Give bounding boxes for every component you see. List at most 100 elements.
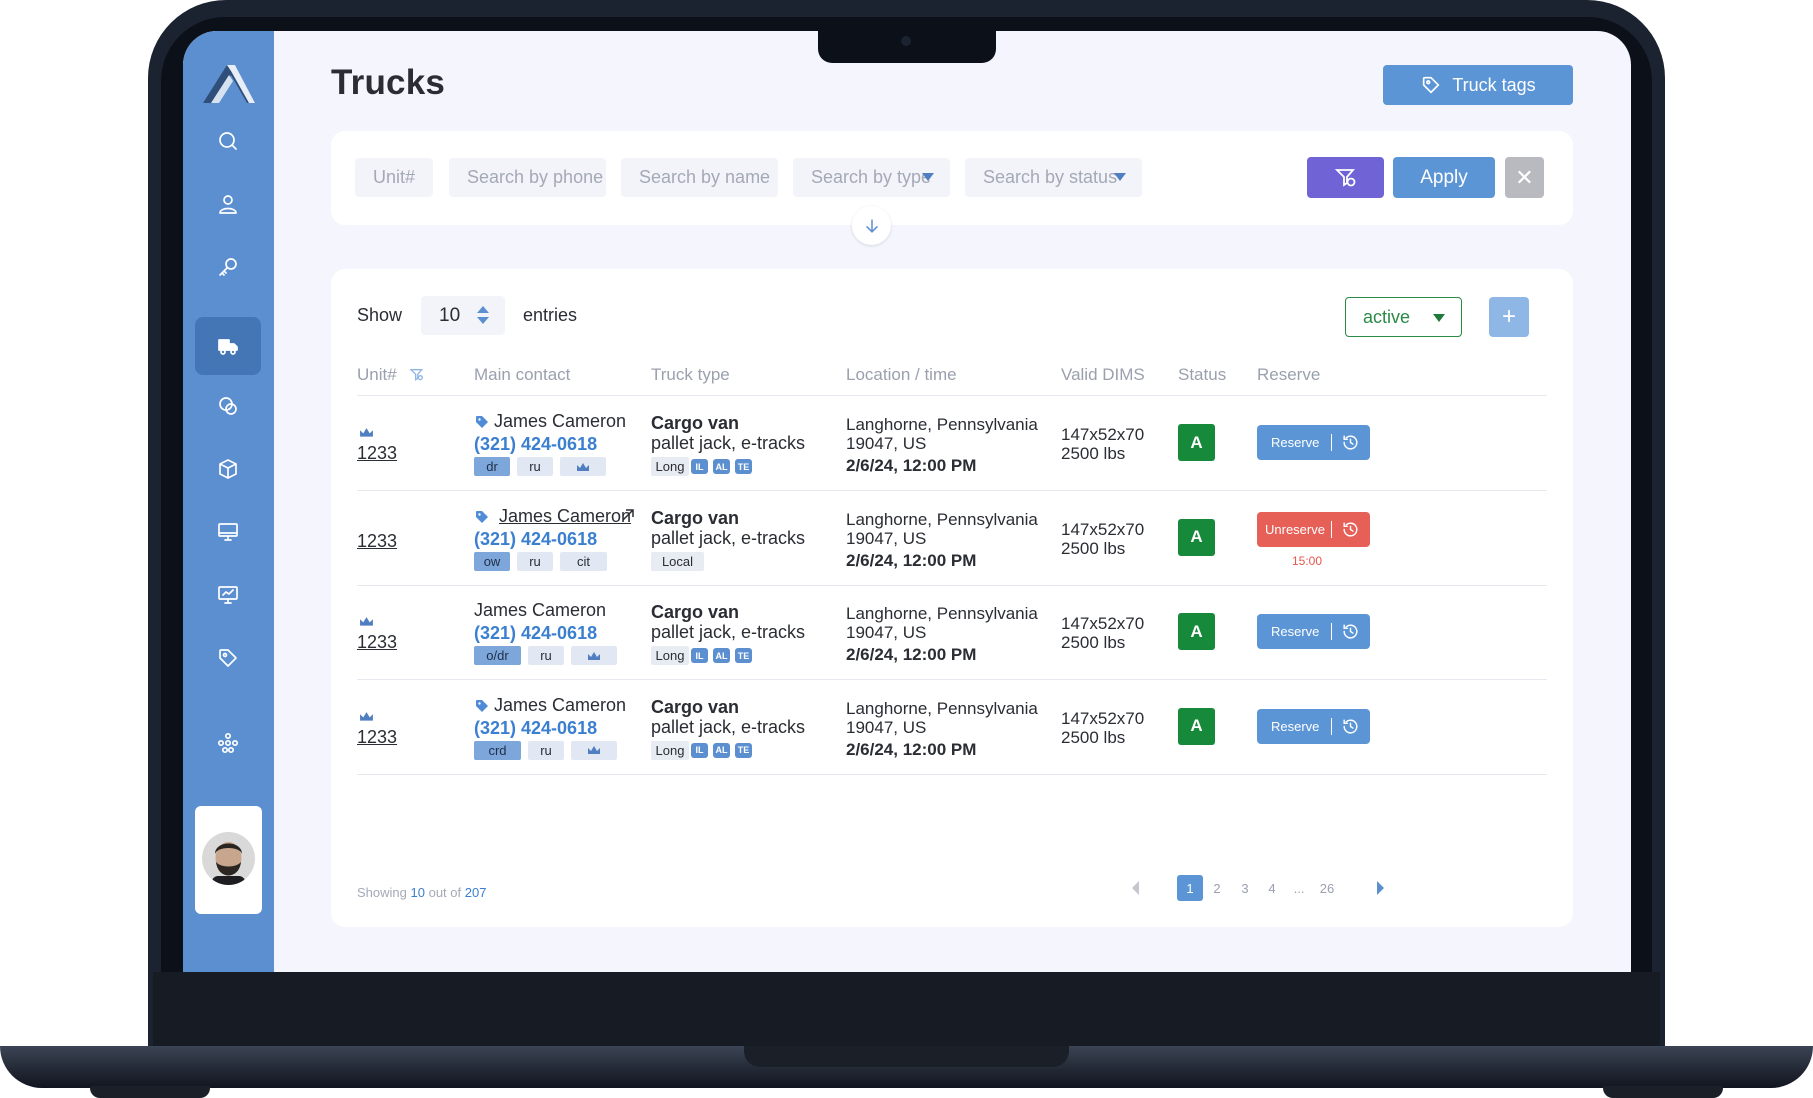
tag-filter-button[interactable] xyxy=(1307,157,1384,198)
sidebar-item-finance[interactable] xyxy=(210,388,246,424)
tag-sort-icon[interactable] xyxy=(409,367,425,383)
contact-chip: ru xyxy=(517,551,553,571)
truck-tags-label: Truck tags xyxy=(1452,74,1536,95)
contact-name: James Cameron xyxy=(494,694,627,715)
sidebar-item-loads[interactable] xyxy=(210,451,246,487)
crown-icon xyxy=(587,651,601,661)
phone-filter-input[interactable]: Search by phone xyxy=(449,158,606,197)
expand-filters-button[interactable] xyxy=(852,206,891,245)
truck-type-equipment: pallet jack, e-tracks xyxy=(651,433,806,453)
coins-icon xyxy=(219,397,237,415)
unreserve-button[interactable]: Unreserve xyxy=(1257,511,1370,547)
truck-type-title: Cargo van xyxy=(651,602,740,622)
trucks-table-card: Show 10 entries active + Unit# Main cont… xyxy=(331,269,1573,927)
sidebar-item-dashboard[interactable] xyxy=(210,514,246,550)
active-status-select[interactable]: active xyxy=(1345,297,1462,337)
sidebar-item-trucks[interactable] xyxy=(195,317,261,375)
reserve-button[interactable]: Reserve xyxy=(1257,614,1370,649)
showing-label: Showing xyxy=(357,885,407,900)
show-label: Show xyxy=(357,305,403,325)
page-link[interactable]: 2 xyxy=(1207,875,1227,901)
apply-button[interactable]: Apply xyxy=(1393,157,1495,198)
showing-out-of: out of xyxy=(428,885,462,900)
contact-name[interactable]: James Cameron xyxy=(499,506,631,527)
location-city: Langhorne, Pennsylvania xyxy=(846,415,1038,434)
sidebar-item-keys[interactable] xyxy=(210,249,246,285)
entries-label: entries xyxy=(523,305,578,325)
status-filter-select[interactable]: Search by status xyxy=(965,158,1142,197)
column-header-unit[interactable]: Unit# xyxy=(357,365,397,385)
status-badge: A xyxy=(1178,613,1215,650)
column-header-status: Status xyxy=(1178,365,1227,384)
phone-link[interactable]: (321) 424-0618 xyxy=(474,718,597,739)
reserve-divider xyxy=(1331,434,1332,451)
caret-down-icon[interactable] xyxy=(477,317,489,324)
showing-count: 10 xyxy=(410,885,425,900)
active-status-value: active xyxy=(1363,307,1411,327)
sidebar-item-network[interactable] xyxy=(210,725,246,761)
page-size-stepper[interactable]: 10 xyxy=(421,296,505,335)
phone-link[interactable]: (321) 424-0618 xyxy=(474,529,597,550)
tag-icon xyxy=(475,415,489,429)
contact-chip: crd xyxy=(474,740,521,760)
logo-icon[interactable] xyxy=(199,61,259,105)
caret-down-icon xyxy=(1433,314,1445,322)
crown-icon xyxy=(359,709,374,721)
add-truck-button[interactable]: + xyxy=(1489,297,1529,337)
name-filter-input[interactable]: Search by name xyxy=(621,158,778,197)
caret-up-icon[interactable] xyxy=(477,306,489,313)
location-time: 2/6/24, 12:00 PM xyxy=(846,550,977,570)
sidebar-item-users[interactable] xyxy=(210,186,246,222)
dims-size: 147x52x70 xyxy=(1061,708,1145,728)
reserve-label: Unreserve xyxy=(1265,521,1325,537)
location-city: Langhorne, Pennsylvania xyxy=(846,509,1038,529)
page-link[interactable]: 3 xyxy=(1235,875,1255,901)
unit-number-link[interactable]: 1233 xyxy=(357,531,397,552)
sidebar xyxy=(183,31,274,972)
avatar[interactable] xyxy=(202,832,255,885)
user-profile[interactable] xyxy=(195,806,262,914)
arrow-down-icon xyxy=(865,218,878,233)
location-city: Langhorne, Pennsylvania xyxy=(846,604,1038,623)
box-icon xyxy=(219,459,237,479)
location-city: Langhorne, Pennsylvania xyxy=(846,698,1038,718)
next-page-icon[interactable] xyxy=(1377,881,1384,895)
dims-size: 147x52x70 xyxy=(1061,425,1145,444)
page-link[interactable]: 26 xyxy=(1317,875,1337,901)
external-link-icon[interactable] xyxy=(621,508,635,522)
filter-tag-icon xyxy=(1334,168,1355,187)
page-title: Trucks xyxy=(331,63,446,102)
page-link: ... xyxy=(1293,880,1305,896)
phone-link[interactable]: (321) 424-0618 xyxy=(474,434,597,455)
reserve-button[interactable]: Reserve xyxy=(1257,425,1370,460)
sidebar-item-search[interactable] xyxy=(210,123,246,159)
dims-weight: 2500 lbs xyxy=(1061,727,1126,747)
tag-icon xyxy=(475,510,489,524)
unit-filter-input[interactable]: Unit# xyxy=(355,158,433,197)
sidebar-item-tags[interactable] xyxy=(210,640,246,676)
reserve-divider xyxy=(1331,717,1332,735)
range-chip: Long xyxy=(651,646,689,665)
truck-type-title: Cargo van xyxy=(651,507,740,528)
clear-filters-button[interactable]: ✕ xyxy=(1505,157,1544,198)
filter-panel: Unit# Search by phone Search by name Sea… xyxy=(331,131,1573,245)
contact-chip: dr xyxy=(474,457,510,476)
page-current[interactable]: 1 xyxy=(1177,875,1203,901)
crown-icon xyxy=(359,425,374,437)
unit-number-link[interactable]: 1233 xyxy=(357,727,397,748)
prev-page-icon[interactable] xyxy=(1132,881,1139,895)
laptop-base-notch xyxy=(744,1046,1069,1067)
sidebar-item-reports[interactable] xyxy=(210,577,246,613)
truck-tags-button[interactable]: Truck tags xyxy=(1383,65,1573,105)
phone-link[interactable]: (321) 424-0618 xyxy=(474,623,597,644)
reserve-button[interactable]: Reserve xyxy=(1257,708,1370,744)
type-filter-select[interactable]: Search by type xyxy=(793,158,950,197)
page-link[interactable]: 4 xyxy=(1262,875,1282,901)
location-time: 2/6/24, 12:00 PM xyxy=(846,645,977,664)
column-header-truck-type: Truck type xyxy=(651,365,730,384)
truck-type-equipment: pallet jack, e-tracks xyxy=(651,527,806,548)
unit-number-link[interactable]: 1233 xyxy=(357,632,397,653)
contact-name: James Cameron xyxy=(474,600,607,620)
crown-chip xyxy=(571,740,617,760)
unit-number-link[interactable]: 1233 xyxy=(357,443,397,464)
